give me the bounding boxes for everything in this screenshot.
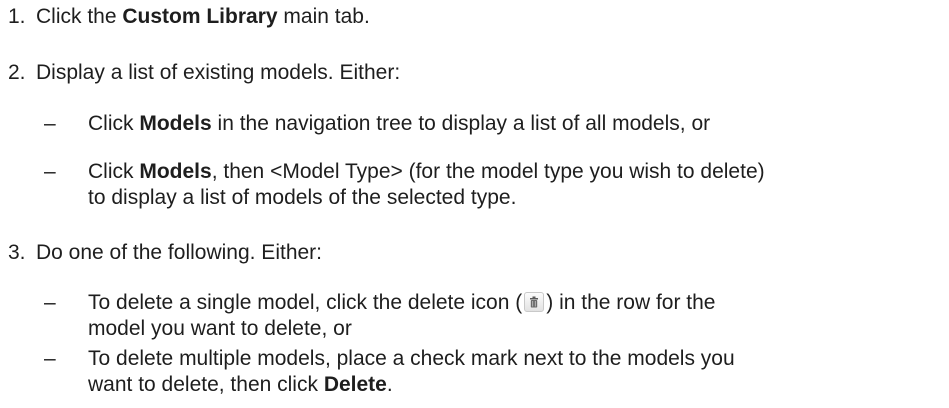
- option-text-post: in the navigation tree to display a list…: [211, 112, 711, 135]
- step-text: Display a list of existing models. Eithe…: [36, 61, 401, 84]
- option-text-line2: model you want to delete, or: [88, 317, 352, 340]
- models-ref: Models: [139, 112, 212, 135]
- delete-button-ref: Delete: [323, 373, 387, 396]
- option-text-post: , then <Model Type> (for the model type …: [211, 160, 765, 183]
- option-text-line1: To delete multiple models, place a check…: [88, 347, 735, 370]
- step-text: Do one of the following. Either:: [36, 241, 323, 264]
- option-text-line2: to display a list of models of the selec…: [88, 186, 517, 209]
- step-1: 1. Click the Custom Library main tab.: [8, 4, 370, 30]
- step-2-option-2: – Click Models, then <Model Type> (for t…: [44, 159, 949, 211]
- step-number: 3.: [8, 241, 26, 264]
- option-text-post: ) in the row for the: [546, 291, 716, 314]
- option-text-pre: Click: [88, 112, 140, 135]
- step-number: 2.: [8, 61, 26, 84]
- option-text-pre: want to delete, then click: [88, 373, 324, 396]
- option-text-post: .: [386, 373, 393, 396]
- step-3-option-2: – To delete multiple models, place a che…: [44, 346, 949, 398]
- step-2-option-1: – Click Models in the navigation tree to…: [44, 111, 949, 137]
- step-3-option-1: – To delete a single model, click the de…: [44, 290, 949, 342]
- dash-bullet: –: [44, 291, 56, 314]
- option-text-pre: Click: [88, 160, 140, 183]
- instruction-list: 1. Click the Custom Library main tab. 2. D…: [0, 0, 949, 408]
- step-number: 1.: [8, 5, 26, 28]
- step-text-pre: Click the: [36, 5, 123, 28]
- models-ref: Models: [139, 160, 212, 183]
- trash-icon: [524, 292, 545, 312]
- dash-bullet: –: [44, 160, 56, 183]
- dash-bullet: –: [44, 112, 56, 135]
- dash-bullet: –: [44, 347, 56, 370]
- step-text-post: main tab.: [277, 5, 370, 28]
- step-2: 2. Display a list of existing models. Eit…: [8, 60, 400, 86]
- step-3: 3. Do one of the following. Either:: [8, 240, 322, 266]
- option-text-pre: To delete a single model, click the dele…: [88, 291, 523, 314]
- custom-library-tab-ref: Custom Library: [122, 5, 278, 28]
